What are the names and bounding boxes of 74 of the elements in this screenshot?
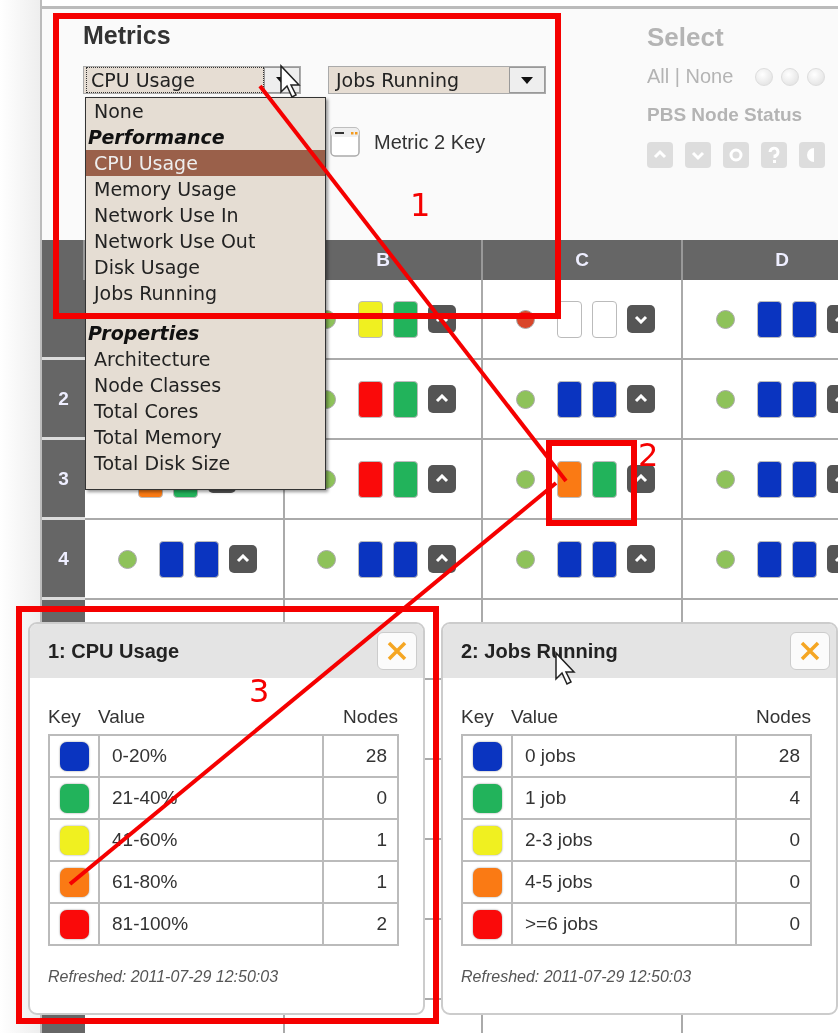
table-cell: 2 (323, 903, 398, 945)
column-header: Nodes (756, 706, 811, 728)
table-cell: 0 (323, 777, 398, 819)
column-header: D (683, 240, 838, 280)
menu-item[interactable]: CPU Usage (86, 150, 325, 176)
refresh-timestamp: Refreshed: 2011-07-29 12:50:03 (461, 968, 693, 986)
menu-item[interactable]: Total Disk Size (86, 450, 325, 476)
menu-group-label: Performance (87, 125, 226, 150)
radio-icon[interactable] (781, 67, 800, 86)
toggle-button[interactable] (427, 545, 456, 573)
menu-item[interactable]: Jobs Running (86, 280, 325, 306)
chevron-up-icon (434, 394, 449, 404)
table-cell: 1 job (512, 777, 736, 819)
toggle-button[interactable] (626, 385, 655, 413)
table-cell: 4 (736, 777, 811, 819)
table-cell: 2-3 jobs (512, 819, 736, 861)
table-cell: 0 (736, 861, 811, 903)
table-cell: 61-80% (99, 861, 323, 903)
table-cell: 0 (736, 903, 811, 945)
annotation-number: 1 (410, 186, 431, 224)
chevron-down-icon (633, 314, 648, 324)
row-header: 4 (42, 520, 85, 600)
table-cell: 1 (323, 861, 398, 903)
annotation-number: 3 (249, 672, 270, 710)
table-cell: 0 (736, 819, 811, 861)
chevron-up-icon (434, 474, 449, 484)
column-header: Nodes (343, 706, 398, 728)
row-header: 3 (42, 440, 85, 520)
column-header: C (483, 240, 683, 280)
menu-item[interactable]: Architecture (86, 346, 325, 372)
menu-item[interactable]: None (86, 98, 325, 124)
metric-select[interactable]: Jobs Running (328, 66, 546, 94)
chevron-up-icon (633, 554, 648, 564)
column-header: Key (48, 706, 82, 728)
table-cell: 28 (736, 735, 811, 777)
table-cell: 4-5 jobs (512, 861, 736, 903)
toggle-button[interactable] (228, 545, 257, 573)
close-icon (386, 640, 408, 662)
toggle-button[interactable] (427, 465, 456, 493)
menu-item[interactable]: Memory Usage (86, 176, 325, 202)
table-cell: 0-20% (99, 735, 323, 777)
column-header: Value (511, 706, 560, 728)
row-header: 2 (42, 360, 85, 440)
popup-title: 1: CPU Usage (48, 639, 180, 663)
radio-icon[interactable] (755, 67, 774, 86)
table-cell: >=6 jobs (512, 903, 736, 945)
table-cell: 1 (323, 819, 398, 861)
popup-title: 2: Jobs Running (461, 639, 618, 663)
metric-key-link[interactable]: Metric 2 Key (374, 130, 486, 154)
column-header: Key (461, 706, 495, 728)
annotation-number: 2 (638, 436, 659, 474)
table-cell: 0 jobs (512, 735, 736, 777)
refresh-timestamp: Refreshed: 2011-07-29 12:50:03 (48, 968, 280, 986)
menu-item[interactable]: Total Memory (86, 424, 325, 450)
chevron-up-icon (235, 554, 250, 564)
radio-icon[interactable] (807, 67, 826, 86)
column-header: Value (98, 706, 147, 728)
chevron-up-icon (633, 394, 648, 404)
cursor-icon (280, 64, 301, 98)
table-cell: 28 (323, 735, 398, 777)
metric-select[interactable]: CPU Usage (83, 66, 301, 94)
toggle-button[interactable] (427, 385, 456, 413)
toggle-button[interactable] (626, 545, 655, 573)
section-title: Metrics (83, 21, 172, 51)
chevron-up-icon (434, 554, 449, 564)
close-icon (799, 640, 821, 662)
menu-item[interactable]: Node Classes (86, 372, 325, 398)
menu-item[interactable]: Network Use In (86, 202, 325, 228)
panel-title: Select (647, 22, 725, 53)
toggle-button[interactable] (626, 305, 655, 333)
menu-group-label: Properties (87, 321, 201, 346)
status-label: PBS Node Status (647, 104, 804, 126)
table-cell: 81-100% (99, 903, 323, 945)
menu-item[interactable]: Total Cores (86, 398, 325, 424)
